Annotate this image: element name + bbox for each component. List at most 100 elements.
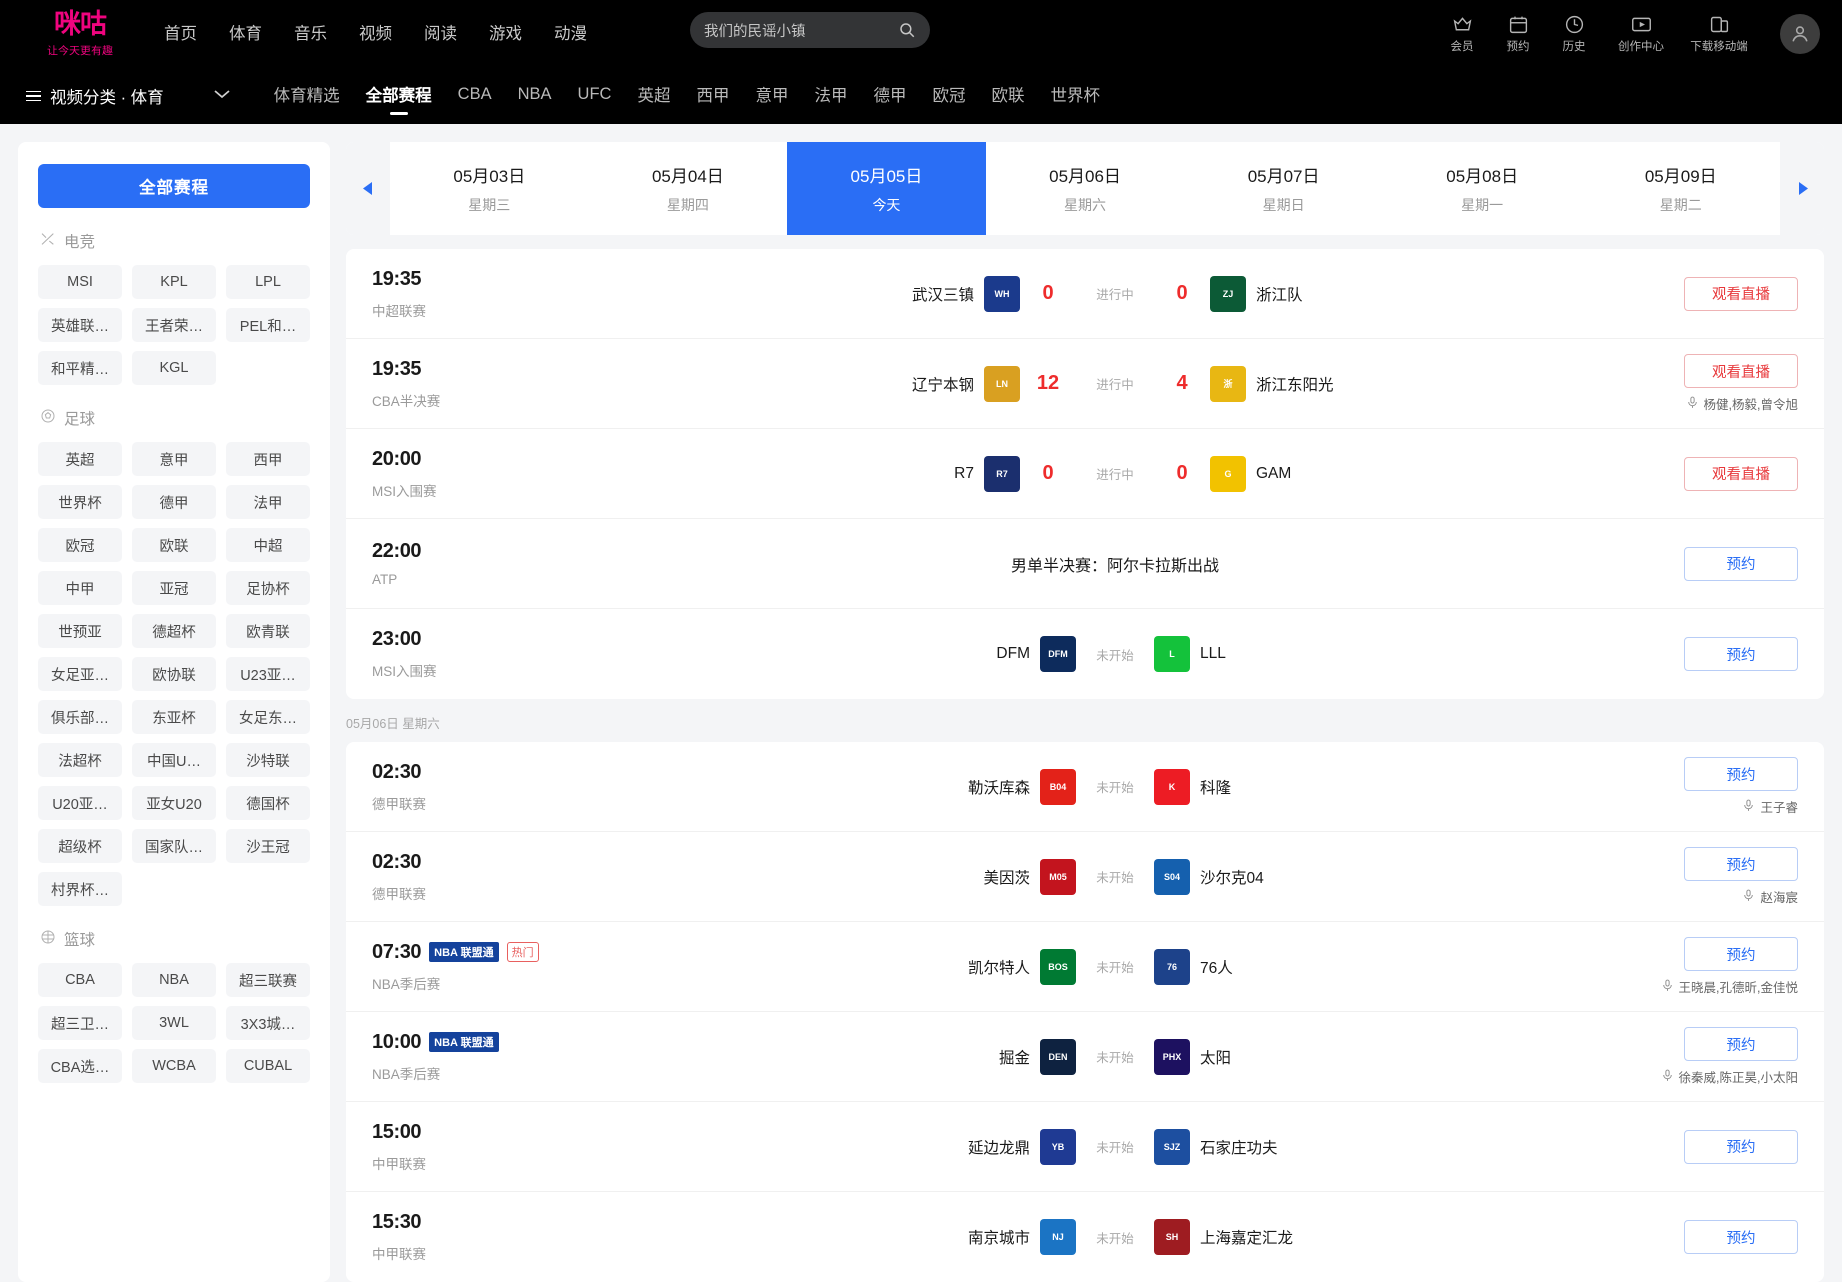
date-tab-05月04日[interactable]: 05月04日星期四	[589, 142, 788, 235]
nav-link-5[interactable]: 游戏	[489, 26, 522, 43]
sidebar-league-chip[interactable]: 国家队…	[132, 829, 216, 863]
sidebar-league-chip[interactable]: 世预亚	[38, 614, 122, 648]
book-button[interactable]: 预约	[1684, 547, 1798, 581]
tab-西甲[interactable]: 西甲	[696, 82, 729, 110]
search-box[interactable]	[690, 12, 930, 48]
sidebar-league-chip[interactable]: 欧联	[132, 528, 216, 562]
sidebar-league-chip[interactable]: 欧冠	[38, 528, 122, 562]
tab-欧联[interactable]: 欧联	[991, 82, 1024, 110]
sidebar-league-chip[interactable]: KGL	[132, 351, 216, 385]
sidebar-all-schedule-button[interactable]: 全部赛程	[38, 164, 310, 208]
sidebar-league-chip[interactable]: 超级杯	[38, 829, 122, 863]
sidebar-league-chip[interactable]: CUBAL	[226, 1049, 310, 1083]
sidebar-league-chip[interactable]: WCBA	[132, 1049, 216, 1083]
sidebar-league-chip[interactable]: 超三卫…	[38, 1006, 122, 1040]
sidebar-league-chip[interactable]: CBA选…	[38, 1049, 122, 1083]
sidebar-league-chip[interactable]: 和平精…	[38, 351, 122, 385]
search-input[interactable]	[704, 22, 898, 38]
nav-link-3[interactable]: 视频	[359, 26, 392, 43]
sidebar-league-chip[interactable]: 女足亚…	[38, 657, 122, 691]
match-row[interactable]: 23:00MSI入围赛DFMDFM未开始LLLL预约	[346, 609, 1824, 699]
sidebar-league-chip[interactable]: 德超杯	[132, 614, 216, 648]
header-tool-会员[interactable]: 会员	[1434, 14, 1490, 54]
date-tab-05月08日[interactable]: 05月08日星期一	[1383, 142, 1582, 235]
date-tab-05月03日[interactable]: 05月03日星期三	[390, 142, 589, 235]
tab-NBA[interactable]: NBA	[518, 85, 552, 108]
book-button[interactable]: 预约	[1684, 937, 1798, 971]
tab-CBA[interactable]: CBA	[458, 85, 492, 108]
book-button[interactable]: 预约	[1684, 1220, 1798, 1254]
date-tab-05月07日[interactable]: 05月07日星期日	[1184, 142, 1383, 235]
migu-logo[interactable]: 咪咕 让今天更有趣	[26, 11, 134, 58]
sidebar-league-chip[interactable]: 3X3城…	[226, 1006, 310, 1040]
match-row[interactable]: 19:35CBA半决赛辽宁本钢LN12进行中4浙浙江东阳光观看直播杨健,杨毅,曾…	[346, 339, 1824, 429]
sidebar-league-chip[interactable]: 3WL	[132, 1006, 216, 1040]
date-tab-05月05日[interactable]: 05月05日今天	[787, 142, 986, 235]
sidebar-league-chip[interactable]: 沙王冠	[226, 829, 310, 863]
sidebar-league-chip[interactable]: 法超杯	[38, 743, 122, 777]
tab-德甲[interactable]: 德甲	[873, 82, 906, 110]
book-button[interactable]: 预约	[1684, 847, 1798, 881]
date-tab-05月06日[interactable]: 05月06日星期六	[986, 142, 1185, 235]
nav-link-0[interactable]: 首页	[164, 26, 197, 43]
sidebar-league-chip[interactable]: 意甲	[132, 442, 216, 476]
sidebar-league-chip[interactable]: 英超	[38, 442, 122, 476]
sidebar-league-chip[interactable]: 德国杯	[226, 786, 310, 820]
book-button[interactable]: 预约	[1684, 637, 1798, 671]
sidebar-league-chip[interactable]: 东亚杯	[132, 700, 216, 734]
video-category-button[interactable]: 视频分类 · 体育	[26, 84, 164, 108]
tab-法甲[interactable]: 法甲	[814, 82, 847, 110]
match-row[interactable]: 02:30德甲联赛勒沃库森B04未开始K科隆预约王子睿	[346, 742, 1824, 832]
sidebar-league-chip[interactable]: 世界杯	[38, 485, 122, 519]
tab-欧冠[interactable]: 欧冠	[932, 82, 965, 110]
sidebar-league-chip[interactable]: 足协杯	[226, 571, 310, 605]
watch-live-button[interactable]: 观看直播	[1684, 457, 1798, 491]
match-row[interactable]: 07:30NBA 联盟通热门NBA季后赛凯尔特人BOS未开始7676人预约王晓晨…	[346, 922, 1824, 1012]
nav-link-4[interactable]: 阅读	[424, 26, 457, 43]
header-tool-下载移动端[interactable]: 下载移动端	[1680, 14, 1758, 54]
sidebar-league-chip[interactable]: 女足东…	[226, 700, 310, 734]
header-tool-历史[interactable]: 历史	[1546, 14, 1602, 54]
nav-link-2[interactable]: 音乐	[294, 26, 327, 43]
sidebar-league-chip[interactable]: 西甲	[226, 442, 310, 476]
match-row[interactable]: 19:35中超联赛武汉三镇WH0进行中0ZJ浙江队观看直播	[346, 249, 1824, 339]
header-tool-预约[interactable]: 预约	[1490, 14, 1546, 54]
sidebar-league-chip[interactable]: NBA	[132, 963, 216, 997]
tab-体育精选[interactable]: 体育精选	[274, 82, 340, 110]
watch-live-button[interactable]: 观看直播	[1684, 354, 1798, 388]
nav-link-6[interactable]: 动漫	[554, 26, 587, 43]
sidebar-league-chip[interactable]: 村界杯…	[38, 872, 122, 906]
sidebar-league-chip[interactable]: 俱乐部…	[38, 700, 122, 734]
book-button[interactable]: 预约	[1684, 1027, 1798, 1061]
sidebar-league-chip[interactable]: 中超	[226, 528, 310, 562]
search-icon[interactable]	[898, 21, 916, 39]
match-row[interactable]: 15:00中甲联赛延边龙鼎YB未开始SJZ石家庄功夫预约	[346, 1102, 1824, 1192]
sidebar-league-chip[interactable]: MSI	[38, 265, 122, 299]
match-row[interactable]: 22:00ATP男单半决赛：阿尔卡拉斯出战预约	[346, 519, 1824, 609]
sidebar-league-chip[interactable]: LPL	[226, 265, 310, 299]
header-tool-创作中心[interactable]: 创作中心	[1602, 14, 1680, 54]
sidebar-league-chip[interactable]: 亚冠	[132, 571, 216, 605]
match-row[interactable]: 10:00NBA 联盟通NBA季后赛掘金DEN未开始PHX太阳预约徐秦威,陈正昊…	[346, 1012, 1824, 1102]
nav-link-1[interactable]: 体育	[229, 26, 262, 43]
book-button[interactable]: 预约	[1684, 757, 1798, 791]
match-row[interactable]: 02:30德甲联赛美因茨M05未开始S04沙尔克04预约赵海宸	[346, 832, 1824, 922]
sidebar-league-chip[interactable]: 英雄联…	[38, 308, 122, 342]
tab-意甲[interactable]: 意甲	[755, 82, 788, 110]
sidebar-league-chip[interactable]: 德甲	[132, 485, 216, 519]
date-prev-button[interactable]	[346, 142, 390, 235]
tab-UFC[interactable]: UFC	[578, 85, 612, 108]
sidebar-league-chip[interactable]: 亚女U20	[132, 786, 216, 820]
date-tab-05月09日[interactable]: 05月09日星期二	[1581, 142, 1780, 235]
sidebar-league-chip[interactable]: U20亚…	[38, 786, 122, 820]
tab-英超[interactable]: 英超	[637, 82, 670, 110]
match-row[interactable]: 15:30中甲联赛南京城市NJ未开始SH上海嘉定汇龙预约	[346, 1192, 1824, 1282]
sidebar-league-chip[interactable]: 中国U…	[132, 743, 216, 777]
sidebar-league-chip[interactable]: 法甲	[226, 485, 310, 519]
sidebar-league-chip[interactable]: KPL	[132, 265, 216, 299]
match-row[interactable]: 20:00MSI入围赛R7R70进行中0GGAM观看直播	[346, 429, 1824, 519]
watch-live-button[interactable]: 观看直播	[1684, 277, 1798, 311]
sidebar-league-chip[interactable]: 中甲	[38, 571, 122, 605]
sidebar-league-chip[interactable]: U23亚…	[226, 657, 310, 691]
user-avatar-icon[interactable]	[1780, 14, 1820, 54]
